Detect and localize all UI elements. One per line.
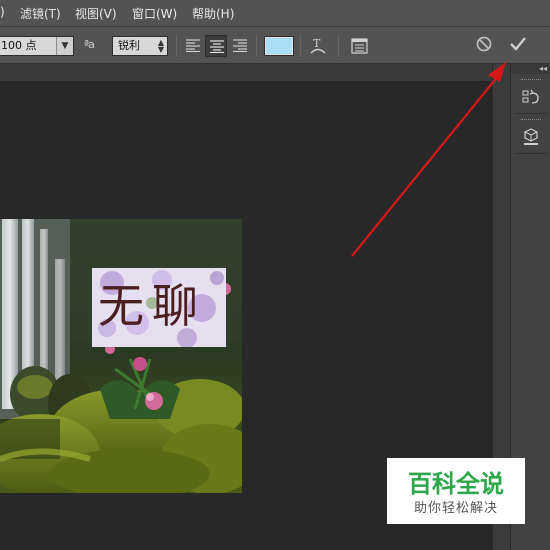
divider [176, 35, 177, 57]
3d-panel-button[interactable] [519, 126, 543, 148]
menu-item-window[interactable]: 窗口(W) [132, 5, 177, 22]
chevron-down-icon[interactable]: ▼ [56, 37, 73, 55]
commit-checkmark-icon [510, 37, 526, 51]
options-bar: 100 点 ▼ ªa 锐利 ▲ ▼ T [0, 26, 550, 64]
photoshop-window: ) 滤镜(T) 视图(V) 窗口(W) 帮助(H) 100 点 ▼ ªa 锐利 … [0, 0, 550, 550]
align-right-icon [233, 39, 247, 52]
align-left-icon [186, 39, 200, 52]
align-center-button[interactable] [205, 35, 227, 57]
divider [515, 153, 547, 154]
history-panel-button[interactable] [519, 86, 543, 108]
document-tab-strip [0, 64, 492, 82]
antialias-value: 锐利 [118, 39, 140, 52]
watermark-badge: 百科全说 助你轻松解决 [387, 458, 525, 524]
cancel-button[interactable] [474, 34, 494, 54]
align-right-button[interactable] [229, 35, 251, 57]
font-size-field[interactable]: 100 点 ▼ [0, 36, 74, 56]
menu-item-help[interactable]: 帮助(H) [192, 5, 234, 22]
text-color-swatch[interactable] [264, 36, 294, 56]
font-size-value: 100 点 [1, 39, 37, 52]
commit-button[interactable] [507, 34, 529, 54]
menu-item-partial[interactable]: ) [0, 5, 5, 19]
updown-arrows-icon: ▲ ▼ [157, 38, 164, 54]
warp-text-icon: T [310, 37, 326, 54]
antialias-select[interactable]: 锐利 ▲ ▼ [112, 36, 168, 56]
watermark-title: 百科全说 [408, 470, 504, 498]
divider [515, 113, 547, 114]
text-layer-box[interactable]: 无聊 [92, 268, 226, 347]
drag-grip[interactable] [521, 79, 541, 82]
menu-bar: ) 滤镜(T) 视图(V) 窗口(W) 帮助(H) [0, 0, 550, 26]
warp-text-button[interactable]: T [305, 35, 331, 57]
antialias-icon: ªa [84, 38, 95, 51]
cancel-icon [476, 36, 492, 52]
menu-item-view[interactable]: 视图(V) [75, 5, 117, 22]
canvas-photo [0, 219, 242, 493]
3d-panel-icon [524, 128, 538, 145]
svg-text:T: T [313, 37, 321, 50]
character-panel-button[interactable] [348, 35, 372, 57]
align-left-button[interactable] [182, 35, 204, 57]
drag-grip[interactable] [521, 119, 541, 122]
divider [338, 35, 339, 57]
history-panel-icon [522, 89, 539, 104]
watermark-subtitle: 助你轻松解决 [413, 501, 498, 516]
collapse-panels-icon[interactable]: ◂◂ [511, 64, 550, 74]
divider [300, 35, 301, 57]
align-center-icon [210, 40, 224, 53]
text-layer-content[interactable]: 无聊 [98, 274, 206, 338]
character-panel-icon [351, 38, 368, 54]
waterfall-photo [0, 219, 242, 493]
menu-item-filter[interactable]: 滤镜(T) [20, 5, 61, 22]
divider [256, 35, 257, 57]
